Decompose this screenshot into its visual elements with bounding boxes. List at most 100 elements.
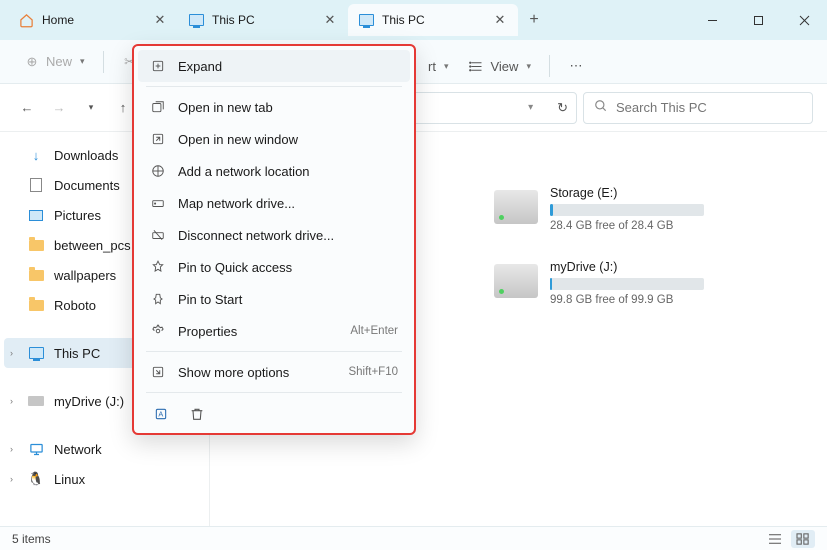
document-icon: [28, 177, 44, 193]
ellipsis-icon: ⋯: [568, 58, 584, 74]
context-menu: Expand Open in new tab Open in new windo…: [132, 44, 416, 435]
drive-name: myDrive (J:): [550, 260, 704, 274]
sidebar-item-label: between_pcs: [54, 238, 131, 253]
add-network-icon: [150, 163, 166, 179]
chevron-right-icon[interactable]: ›: [10, 396, 13, 406]
ctx-item-expand[interactable]: Expand: [138, 50, 410, 82]
separator: [146, 351, 402, 352]
search-box[interactable]: [583, 92, 813, 124]
sidebar-item-label: Downloads: [54, 148, 118, 163]
minimize-button[interactable]: [689, 0, 735, 40]
sidebar-item-label: Pictures: [54, 208, 101, 223]
drive-capacity-bar: [550, 278, 704, 290]
ctx-bottom-row: A: [138, 397, 410, 429]
sort-label: rt: [428, 59, 436, 74]
chevron-right-icon[interactable]: ›: [10, 348, 13, 358]
ctx-item-pin-start[interactable]: Pin to Start: [138, 283, 410, 315]
sidebar-item-label: This PC: [54, 346, 100, 361]
tab-label: This PC: [212, 13, 314, 27]
close-button[interactable]: [781, 0, 827, 40]
ctx-item-open-new-tab[interactable]: Open in new tab: [138, 91, 410, 123]
linux-icon: 🐧: [28, 471, 44, 487]
window-controls: [689, 0, 827, 40]
sidebar-item-label: Documents: [54, 178, 120, 193]
drive-icon: [494, 264, 538, 298]
tab-label: This PC: [382, 13, 484, 27]
separator: [103, 51, 104, 73]
sidebar-item-label: wallpapers: [54, 268, 116, 283]
drive-free-text: 99.8 GB free of 99.9 GB: [550, 294, 704, 306]
sort-button[interactable]: rt ▾: [420, 54, 456, 79]
properties-icon: [150, 323, 166, 339]
search-input[interactable]: [616, 100, 802, 115]
delete-button[interactable]: [186, 403, 208, 425]
ctx-item-add-network-location[interactable]: Add a network location: [138, 155, 410, 187]
ctx-item-pin-quick-access[interactable]: Pin to Quick access: [138, 251, 410, 283]
pc-icon: [28, 345, 44, 361]
new-button[interactable]: ⊕ New ▾: [16, 49, 93, 75]
close-icon[interactable]: ✕: [152, 12, 168, 28]
ctx-shortcut: Alt+Enter: [350, 325, 398, 337]
new-window-icon: [150, 131, 166, 147]
home-icon: [18, 12, 34, 28]
plus-icon: ⊕: [24, 54, 40, 70]
view-button[interactable]: View ▾: [460, 53, 538, 79]
sidebar-item-linux[interactable]: › 🐧 Linux: [4, 464, 205, 494]
rename-button[interactable]: A: [150, 403, 172, 425]
tab-this-pc-2[interactable]: This PC ✕: [348, 4, 518, 36]
new-label: New: [46, 54, 72, 69]
chevron-down-icon: ▾: [444, 61, 449, 72]
tiles-view-toggle[interactable]: [791, 530, 815, 548]
chevron-right-icon[interactable]: ›: [10, 444, 13, 454]
pc-icon: [358, 12, 374, 28]
more-button[interactable]: ⋯: [560, 53, 592, 79]
drive-free-text: 28.4 GB free of 28.4 GB: [550, 220, 704, 232]
sidebar-item-label: Network: [54, 442, 102, 457]
expand-icon: [150, 58, 166, 74]
sidebar-item-network[interactable]: › Network: [4, 434, 205, 464]
ctx-item-label: Show more options: [178, 365, 289, 380]
sidebar-item-label: Roboto: [54, 298, 96, 313]
ctx-item-label: Open in new tab: [178, 100, 273, 115]
pc-icon: [188, 12, 204, 28]
chevron-right-icon[interactable]: ›: [10, 474, 13, 484]
download-icon: ↓: [28, 147, 44, 163]
close-icon[interactable]: ✕: [492, 12, 508, 28]
drive-item-mydrive[interactable]: myDrive (J:) 99.8 GB free of 99.9 GB: [494, 260, 704, 306]
forward-button[interactable]: →: [46, 95, 72, 121]
ctx-item-map-network-drive[interactable]: Map network drive...: [138, 187, 410, 219]
drive-icon: [494, 190, 538, 224]
ctx-item-open-new-window[interactable]: Open in new window: [138, 123, 410, 155]
ctx-item-show-more-options[interactable]: Show more options Shift+F10: [138, 356, 410, 388]
more-options-icon: [150, 364, 166, 380]
svg-text:A: A: [158, 410, 163, 419]
ctx-item-properties[interactable]: Properties Alt+Enter: [138, 315, 410, 347]
chevron-down-icon[interactable]: ▾: [528, 102, 533, 113]
view-label: View: [490, 59, 518, 74]
chevron-down-icon: ▾: [80, 56, 85, 67]
tab-label: Home: [42, 13, 144, 27]
drive-item-storage[interactable]: Storage (E:) 28.4 GB free of 28.4 GB: [494, 186, 704, 232]
status-bar: 5 items: [0, 526, 827, 550]
drive-capacity-bar: [550, 204, 704, 216]
ctx-item-label: Pin to Start: [178, 292, 242, 307]
ctx-item-label: Expand: [178, 59, 222, 74]
ctx-item-disconnect-network-drive[interactable]: Disconnect network drive...: [138, 219, 410, 251]
maximize-button[interactable]: [735, 0, 781, 40]
recent-button[interactable]: ▾: [78, 95, 104, 121]
new-tab-button[interactable]: +: [518, 4, 550, 36]
refresh-icon[interactable]: ↻: [557, 100, 568, 116]
folder-icon: [28, 237, 44, 253]
back-button[interactable]: ←: [14, 95, 40, 121]
tab-home[interactable]: Home ✕: [8, 4, 178, 36]
status-text: 5 items: [12, 532, 51, 546]
view-icon: [468, 58, 484, 74]
tab-this-pc-1[interactable]: This PC ✕: [178, 4, 348, 36]
details-view-toggle[interactable]: [763, 530, 787, 548]
pin-start-icon: [150, 291, 166, 307]
separator: [146, 86, 402, 87]
drive-icon: [28, 393, 44, 409]
ctx-item-label: Add a network location: [178, 164, 310, 179]
close-icon[interactable]: ✕: [322, 12, 338, 28]
ctx-item-label: Map network drive...: [178, 196, 295, 211]
